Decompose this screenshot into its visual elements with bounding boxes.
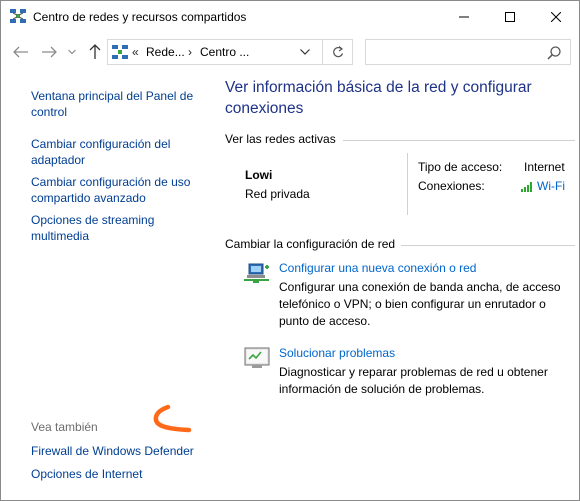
refresh-icon — [332, 45, 343, 57]
page-title: Ver información básica de la red y confi… — [225, 79, 532, 117]
link-advanced-sharing-settings[interactable]: Cambiar configuración de uso compartido … — [31, 174, 207, 206]
address-dropdown-button[interactable] — [294, 41, 316, 63]
maximize-button[interactable] — [487, 1, 533, 32]
active-networks-title: Ver las redes activas — [225, 132, 336, 146]
window: Centro de redes y recursos compartidos «… — [0, 0, 580, 501]
setup-new-connection-link[interactable]: Configurar una nueva conexión o red — [279, 261, 476, 275]
troubleshoot-problems-description: Diagnosticar y reparar problemas de red … — [279, 365, 548, 396]
navigation-bar: « Rede... › Centro ... — [1, 35, 579, 69]
link-internet-options[interactable]: Opciones de Internet — [31, 466, 207, 482]
access-type-label: Tipo de acceso: — [418, 160, 503, 174]
change-settings-title: Cambiar la configuración de red — [225, 237, 396, 251]
network-center-icon — [112, 45, 128, 59]
troubleshoot-icon — [244, 347, 270, 368]
up-button[interactable] — [85, 41, 105, 63]
close-icon — [551, 11, 561, 22]
back-button[interactable] — [11, 41, 31, 63]
link-media-streaming-options[interactable]: Opciones de streaming multimedia — [31, 212, 207, 244]
arrow-up-icon — [89, 44, 101, 59]
minimize-icon — [459, 16, 469, 17]
section-divider — [401, 245, 575, 246]
breadcrumb-separator[interactable]: › — [188, 45, 192, 59]
access-type-value: Internet — [524, 160, 565, 174]
wifi-connection-name[interactable]: Wi-Fi — [537, 179, 565, 193]
address-bar[interactable]: « Rede... › Centro ... — [107, 39, 353, 65]
link-control-panel-home[interactable]: Ventana principal del Panel de control — [31, 88, 207, 120]
breadcrumb-overflow[interactable]: « — [132, 45, 139, 59]
wifi-connection-link[interactable]: Wi-Fi — [521, 179, 565, 193]
network-center-icon — [10, 9, 26, 23]
main-pane: Ver información básica de la red y confi… — [213, 71, 579, 501]
search-input[interactable] — [370, 43, 540, 61]
setup-new-connection-description: Configurar una conexión de banda ancha, … — [279, 280, 561, 328]
task-troubleshoot: Solucionar problemas Diagnosticar y repa… — [243, 346, 575, 402]
chevron-down-icon — [300, 49, 310, 55]
breadcrumb-item[interactable]: Rede... — [146, 45, 185, 59]
recent-locations-button[interactable] — [65, 41, 79, 63]
section-divider — [343, 140, 575, 141]
left-pane: Ventana principal del Panel de control C… — [1, 71, 213, 501]
task-new-connection: Configurar una nueva conexión o red Conf… — [243, 261, 575, 331]
network-name: Lowi — [245, 168, 273, 182]
search-icon[interactable] — [546, 45, 562, 61]
annotation-arrow-icon — [153, 404, 192, 433]
link-windows-defender-firewall[interactable]: Firewall de Windows Defender — [31, 443, 207, 459]
close-button[interactable] — [533, 1, 579, 32]
wifi-signal-icon — [521, 182, 532, 192]
maximize-icon — [505, 11, 515, 22]
connections-label: Conexiones: — [418, 179, 485, 193]
chevron-down-icon — [68, 49, 76, 55]
network-profile-type: Red privada — [245, 187, 310, 201]
arrow-right-icon — [42, 46, 57, 58]
new-connection-icon — [244, 263, 269, 283]
search-box[interactable] — [365, 39, 571, 65]
arrow-left-icon — [13, 46, 28, 58]
breadcrumb-item[interactable]: Centro ... — [200, 45, 249, 59]
refresh-button[interactable] — [322, 40, 352, 64]
vertical-divider — [407, 153, 408, 215]
link-change-adapter-settings[interactable]: Cambiar configuración del adaptador — [31, 136, 207, 168]
title-bar: Centro de redes y recursos compartidos — [1, 1, 579, 32]
forward-button[interactable] — [39, 41, 59, 63]
troubleshoot-problems-link[interactable]: Solucionar problemas — [279, 346, 395, 360]
window-title: Centro de redes y recursos compartidos — [33, 10, 247, 24]
minimize-button[interactable] — [441, 1, 487, 32]
see-also-label: Vea también — [31, 420, 98, 434]
